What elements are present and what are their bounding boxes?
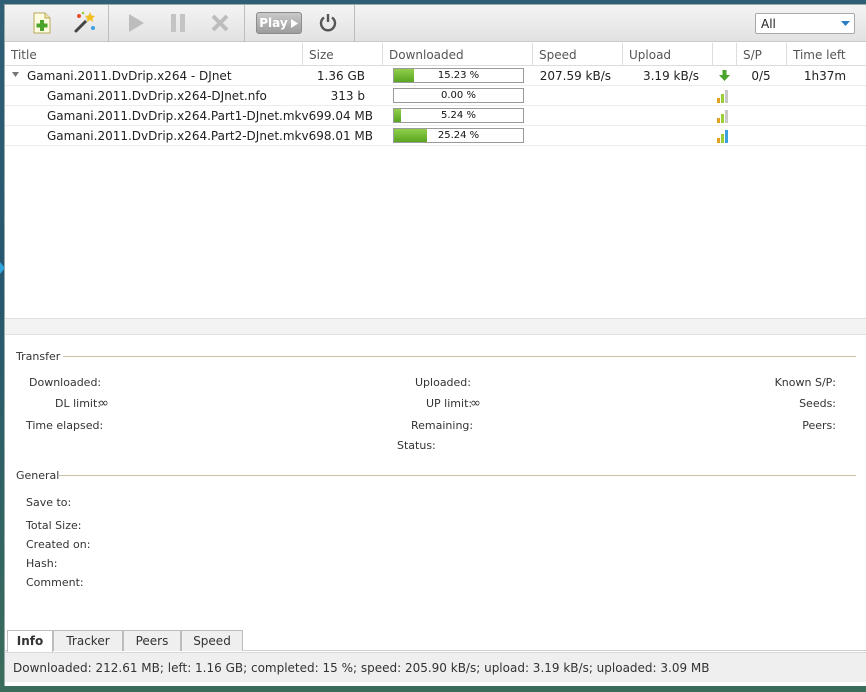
- magic-wand-icon: [74, 11, 95, 33]
- dl-limit-label: DL limit:: [55, 397, 101, 410]
- priority-signal-icon[interactable]: [717, 129, 733, 143]
- status-bar: Downloaded: 212.61 MB; left: 1.16 GB; co…: [5, 652, 866, 682]
- save-to-label: Save to:: [26, 496, 72, 509]
- general-section-title: General: [16, 469, 60, 482]
- row-size: 698.01 MB: [308, 129, 373, 143]
- progress-text: 0.00 %: [441, 90, 476, 101]
- toolbar-group-play: Play: [245, 5, 355, 42]
- panel-splitter[interactable]: [5, 318, 866, 335]
- time-elapsed-label: Time elapsed:: [26, 419, 104, 432]
- table-row[interactable]: Gamani.2011.DvDrip.x264-DJnet.nfo 313 b …: [5, 86, 866, 106]
- toolbar-group-control: [109, 5, 245, 42]
- play-small-icon: [290, 18, 298, 28]
- tab-info[interactable]: Info: [7, 630, 53, 652]
- uploaded-label: Uploaded:: [415, 376, 471, 389]
- created-on-label: Created on:: [26, 538, 91, 551]
- tab-tracker[interactable]: Tracker: [53, 630, 123, 651]
- col-sp[interactable]: S/P: [737, 43, 787, 66]
- transfer-section-title: Transfer: [16, 350, 61, 363]
- power-button[interactable]: [313, 8, 343, 38]
- row-size: 1.36 GB: [316, 69, 365, 83]
- app-window: Play All Title Size Downloaded Speed Upl…: [4, 4, 866, 686]
- dl-limit-value[interactable]: ∞: [98, 396, 109, 411]
- col-downloaded[interactable]: Downloaded: [383, 43, 533, 66]
- row-speed: 207.59 kB/s: [539, 69, 611, 83]
- play-media-button[interactable]: Play: [256, 12, 302, 34]
- table-row[interactable]: Gamani.2011.DvDrip.x264.Part2-DJnet.mkv …: [5, 126, 866, 146]
- row-title: Gamani.2011.DvDrip.x264.Part2-DJnet.mkv: [47, 129, 309, 143]
- col-status[interactable]: [713, 43, 737, 66]
- col-title[interactable]: Title: [5, 43, 303, 66]
- table-row[interactable]: Gamani.2011.DvDrip.x264 - DJnet 1.36 GB …: [5, 66, 866, 86]
- up-limit-value[interactable]: ∞: [470, 396, 481, 411]
- col-upload[interactable]: Upload: [623, 43, 713, 66]
- toolbar-group-add: [5, 5, 109, 42]
- hash-label: Hash:: [26, 557, 58, 570]
- wizard-button[interactable]: [69, 8, 99, 38]
- row-size: 313 b: [330, 89, 365, 103]
- up-limit-label: UP limit:: [426, 397, 473, 410]
- tab-peers[interactable]: Peers: [123, 630, 181, 651]
- power-icon: [319, 14, 337, 32]
- pause-button[interactable]: [163, 8, 193, 38]
- toolbar: Play All: [5, 5, 866, 42]
- download-arrow-icon: [719, 70, 730, 81]
- table-header: Title Size Downloaded Speed Upload S/P T…: [5, 43, 866, 66]
- row-size: 699.04 MB: [308, 109, 373, 123]
- comment-label: Comment:: [26, 576, 84, 589]
- filter-value: All: [761, 17, 776, 31]
- progress-text: 5.24 %: [441, 110, 476, 121]
- tab-speed[interactable]: Speed: [181, 630, 243, 651]
- peers-label: Peers:: [802, 419, 836, 432]
- progress-text: 25.24 %: [437, 130, 480, 141]
- row-time-left: 1h37m: [803, 69, 847, 83]
- col-size[interactable]: Size: [303, 43, 383, 66]
- info-tabs: Info Tracker Peers Speed: [5, 629, 866, 652]
- row-title: Gamani.2011.DvDrip.x264 - DJnet: [27, 69, 232, 83]
- col-speed[interactable]: Speed: [533, 43, 623, 66]
- known-sp-label: Known S/P:: [774, 376, 836, 389]
- progress-bar: 5.24 %: [393, 108, 524, 123]
- row-upload: 3.19 kB/s: [642, 69, 699, 83]
- transfer-divider: [63, 356, 856, 357]
- progress-bar: 25.24 %: [393, 128, 524, 143]
- play-icon: [129, 14, 144, 32]
- total-size-label: Total Size:: [26, 519, 82, 532]
- row-title: Gamani.2011.DvDrip.x264-DJnet.nfo: [47, 89, 267, 103]
- seeds-label: Seeds:: [799, 397, 836, 410]
- progress-text: 15.23 %: [437, 70, 480, 81]
- filter-select[interactable]: All: [755, 13, 855, 34]
- stop-button[interactable]: [205, 8, 235, 38]
- col-time-left[interactable]: Time left: [787, 43, 866, 66]
- general-divider: [58, 475, 856, 476]
- downloaded-label: Downloaded:: [29, 376, 102, 389]
- collapse-icon[interactable]: [12, 72, 19, 78]
- add-torrent-icon: [33, 12, 51, 34]
- pause-icon: [171, 14, 185, 32]
- start-button[interactable]: [121, 8, 151, 38]
- priority-signal-icon[interactable]: [717, 89, 733, 103]
- row-title: Gamani.2011.DvDrip.x264.Part1-DJnet.mkv: [47, 109, 309, 123]
- play-button-label: Play: [259, 16, 288, 30]
- priority-signal-icon[interactable]: [717, 109, 733, 123]
- status-label: Status:: [397, 439, 436, 452]
- row-sp: 0/5: [751, 69, 771, 83]
- progress-bar: 15.23 %: [393, 68, 524, 83]
- progress-bar: 0.00 %: [393, 88, 524, 103]
- chevron-down-icon: [836, 14, 854, 33]
- add-torrent-button[interactable]: [27, 8, 57, 38]
- table-row[interactable]: Gamani.2011.DvDrip.x264.Part1-DJnet.mkv …: [5, 106, 866, 126]
- remaining-label: Remaining:: [411, 419, 474, 432]
- stop-icon: [211, 14, 229, 32]
